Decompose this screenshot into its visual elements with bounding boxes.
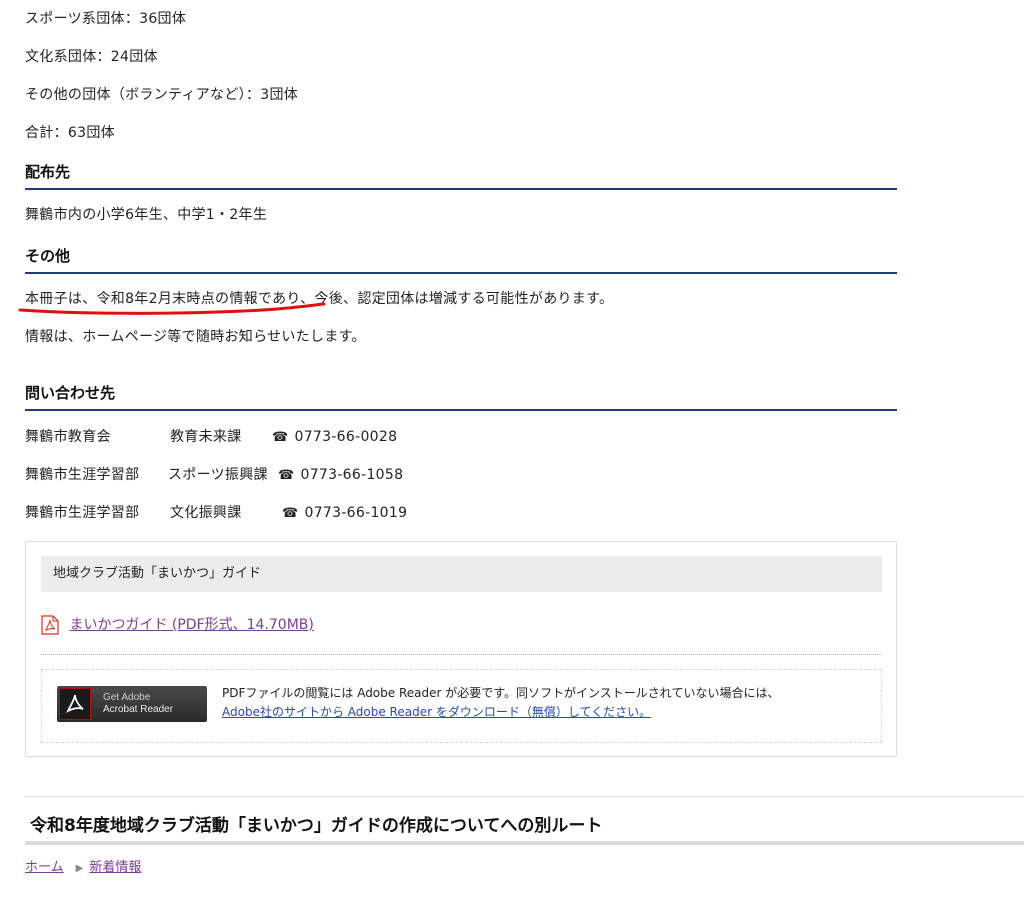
contact-phone: 0773-66-1058 [300,467,404,483]
adobe-download-link[interactable]: Adobe社のサイトから Adobe Reader をダウンロード（無償）してく… [222,705,651,719]
contact-org: 舞鶴市生涯学習部 [25,467,140,483]
contact-row: 舞鶴市生涯学習部 スポーツ振興課 ☎ 0773-66-1058 [25,465,403,486]
contact-dept: 教育未来課 [170,429,242,445]
count-culture: 文化系団体：24団体 [25,49,158,65]
page: スポーツ系団体：36団体 文化系団体：24団体 その他の団体（ボランティアなど）… [0,0,1024,908]
phone-icon: ☎ [272,430,289,445]
badge-get-text: Get Adobe [103,692,151,703]
breadcrumb-separator-icon: ▶ [75,863,84,874]
get-adobe-reader-button[interactable]: Get Adobe Acrobat Reader [57,686,207,722]
divider [25,796,1024,797]
pdf-download-link[interactable]: まいかつガイド (PDF形式、14.70MB) [69,617,313,633]
count-sports: スポーツ系団体：36団体 [25,11,187,27]
contact-dept: スポーツ振興課 [168,467,268,483]
phone-icon: ☎ [278,468,295,483]
alt-route-rule [25,841,1024,845]
contact-phone: 0773-66-1019 [304,505,408,521]
attachment-title: 地域クラブ活動「まいかつ」ガイド [41,556,882,592]
pdf-file-row: まいかつガイド (PDF形式、14.70MB) [41,614,314,636]
contact-org: 舞鶴市教育会 [25,429,111,445]
reader-notice-line: PDFファイルの閲覧には Adobe Reader が必要です。同ソフトがインス… [222,686,780,700]
distribution-text: 舞鶴市内の小学6年生、中学1・2年生 [25,207,268,223]
contact-row: 舞鶴市生涯学習部 文化振興課 ☎ 0773-66-1019 [25,503,407,524]
contact-org: 舞鶴市生涯学習部 [25,505,140,521]
misc-heading: その他 [25,246,897,274]
misc-line-2: 情報は、ホームページ等で随時お知らせいたします。 [25,329,366,345]
distribution-heading: 配布先 [25,162,897,190]
breadcrumb-home-link[interactable]: ホーム [25,860,64,875]
acrobat-logo-icon [59,688,91,720]
adobe-reader-box: Get Adobe Acrobat Reader PDFファイルの閲覧には Ad… [41,669,882,743]
breadcrumb: ホーム ▶ 新着情報 [25,858,141,879]
contact-dept: 文化振興課 [170,505,242,521]
red-handwritten-underline [18,302,326,315]
alt-route-title: 令和8年度地域クラブ活動「まいかつ」ガイドの作成についてへの別ルート [30,816,603,836]
reader-notice: PDFファイルの閲覧には Adobe Reader が必要です。同ソフトがインス… [222,684,779,722]
contact-row: 舞鶴市教育会 教育未来課 ☎ 0773-66-0028 [25,427,397,448]
badge-product-text: Acrobat Reader [103,704,174,715]
attachment-box: 地域クラブ活動「まいかつ」ガイド まいかつガイド (PDF形式、14.70MB)… [25,541,897,757]
count-other: その他の団体（ボランティアなど）：3団体 [25,87,299,103]
contact-phone: 0773-66-0028 [294,429,398,445]
contact-heading: 問い合わせ先 [25,383,897,411]
pdf-file-icon [41,615,59,635]
count-total: 合計：63団体 [25,125,115,141]
phone-icon: ☎ [282,506,299,521]
divider [41,654,882,655]
breadcrumb-news-link[interactable]: 新着情報 [89,860,141,875]
